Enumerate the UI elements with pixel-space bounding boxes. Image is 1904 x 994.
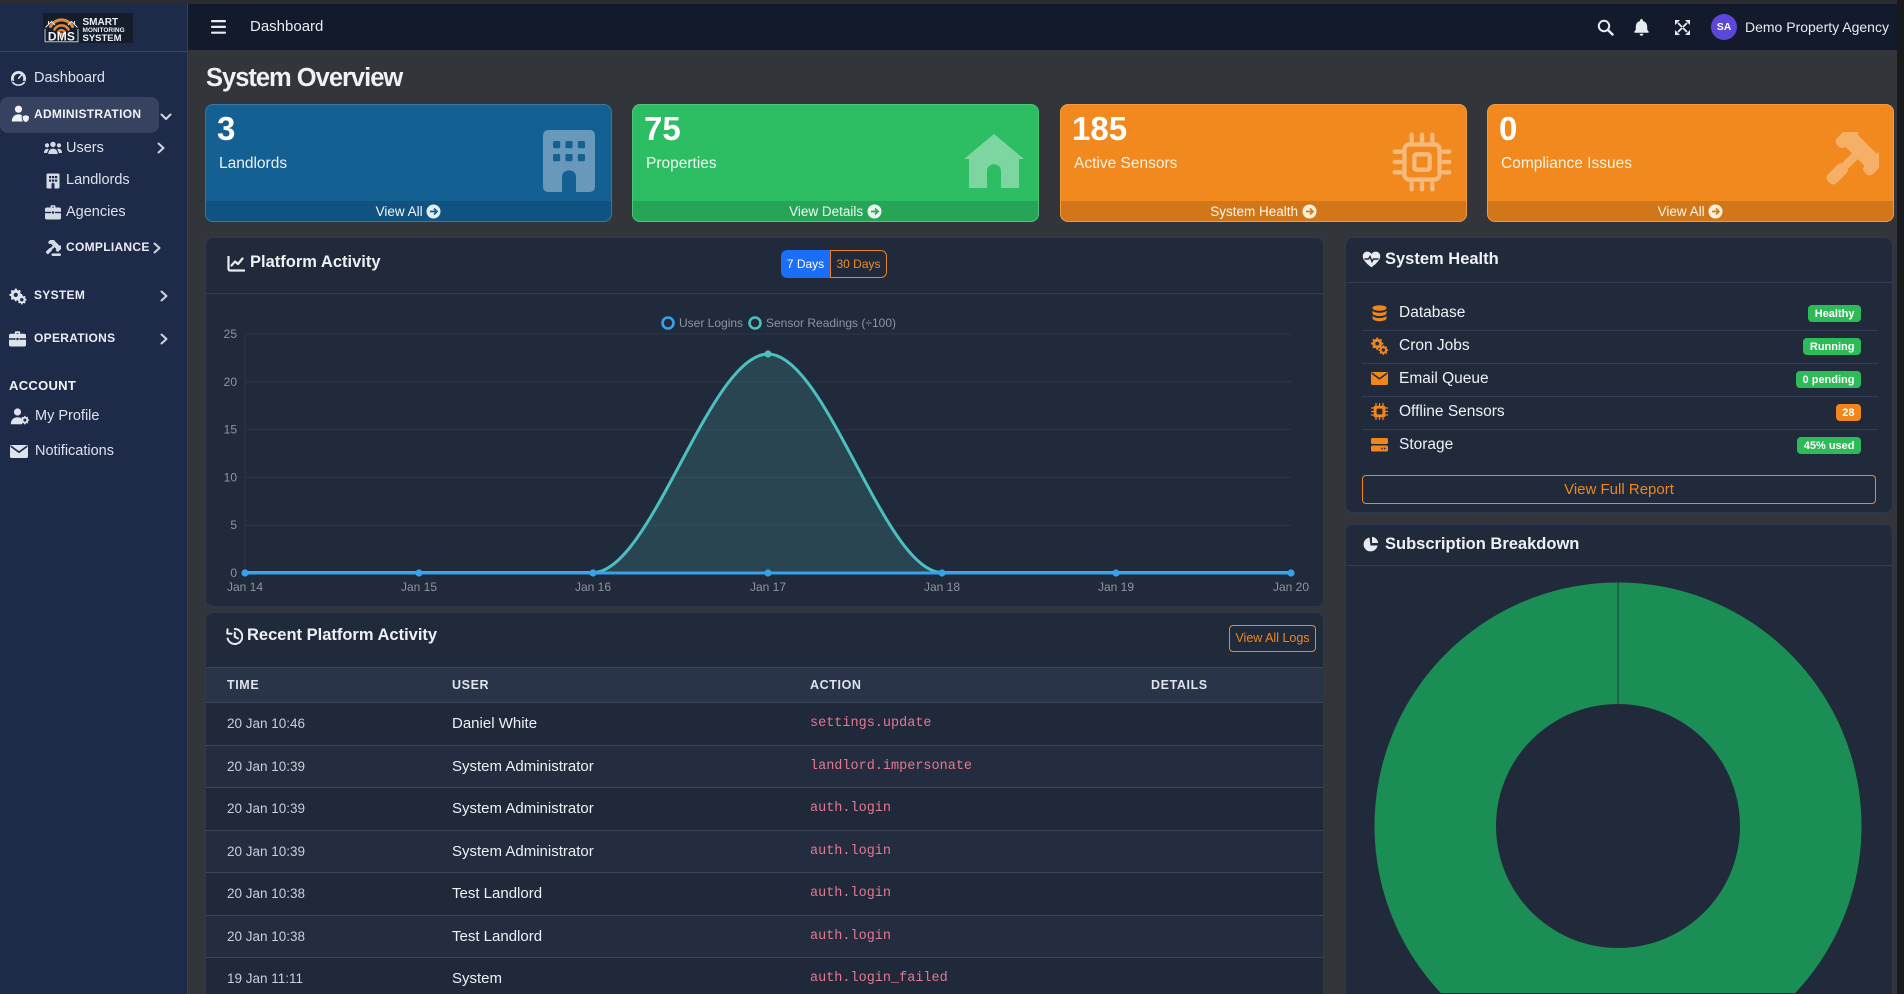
svg-text:20: 20 <box>224 375 238 389</box>
svg-text:0: 0 <box>230 566 237 580</box>
svg-text:User Logins: User Logins <box>679 316 743 330</box>
svg-text:Jan 17: Jan 17 <box>750 580 786 594</box>
svg-text:25: 25 <box>224 327 238 341</box>
svg-text:Jan 16: Jan 16 <box>575 580 611 594</box>
svg-text:Jan 18: Jan 18 <box>924 580 960 594</box>
svg-text:SYSTEM: SYSTEM <box>83 33 122 43</box>
svg-text:10: 10 <box>224 470 238 484</box>
svg-text:Sensor Readings (÷100): Sensor Readings (÷100) <box>766 316 896 330</box>
svg-text:Jan 15: Jan 15 <box>401 580 437 594</box>
svg-text:Jan 19: Jan 19 <box>1098 580 1134 594</box>
svg-text:15: 15 <box>224 423 238 437</box>
svg-text:DMS: DMS <box>48 30 75 44</box>
svg-text:Jan 20: Jan 20 <box>1273 580 1309 594</box>
svg-text:Jan 14: Jan 14 <box>227 580 263 594</box>
svg-text:5: 5 <box>230 518 237 532</box>
